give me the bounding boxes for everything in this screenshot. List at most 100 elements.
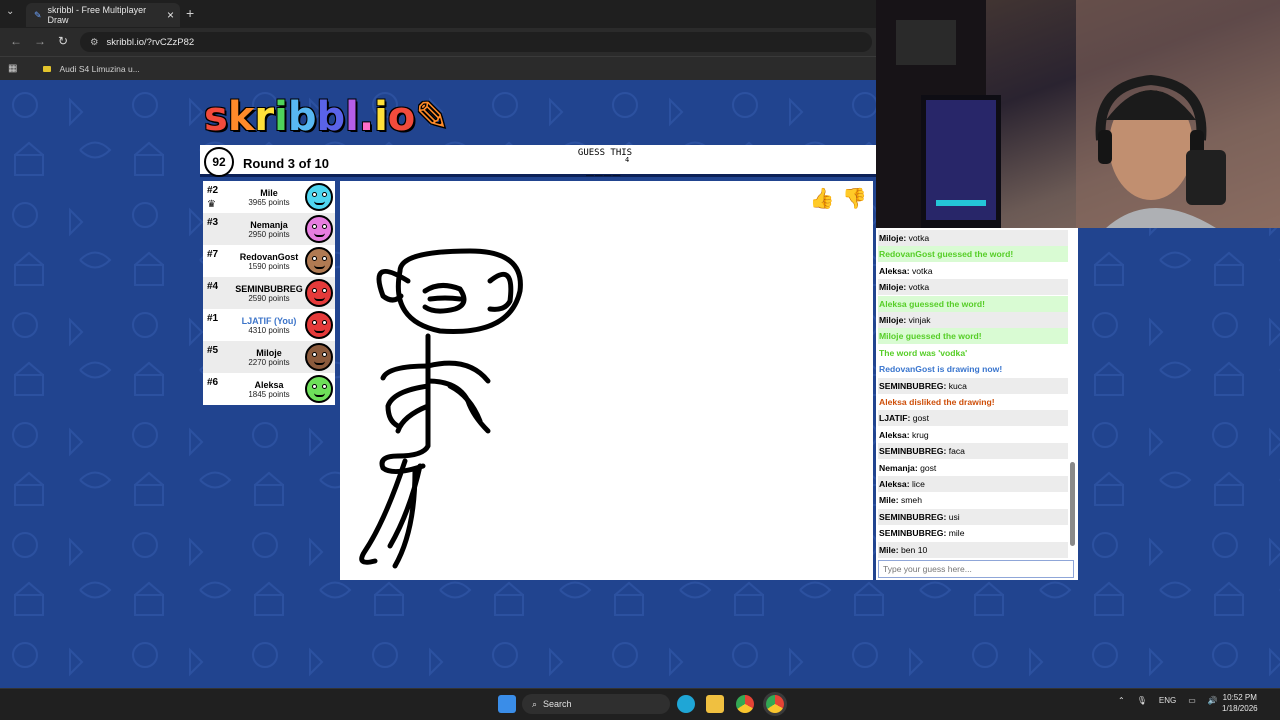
avatar-eye (322, 288, 327, 293)
reload-icon[interactable]: ↻ (58, 34, 68, 48)
player-rank: #4 (207, 281, 219, 292)
chat-message: Miloje guessed the word! (878, 328, 1068, 345)
player-info: Miloje 2270 points (223, 348, 315, 367)
player-name: SEMINBUBREG (235, 283, 303, 294)
player-points: 3965 points (248, 197, 290, 207)
chat-author: Miloje (879, 315, 904, 325)
network-icon[interactable]: ▭ (1188, 696, 1196, 705)
file-explorer-icon[interactable] (706, 695, 724, 713)
player-avatar-icon (305, 215, 333, 243)
chat-system-text: Aleksa guessed the word! (879, 298, 986, 309)
chat-message: Aleksa: votka (879, 265, 933, 276)
apps-grid-icon[interactable]: ▦ (8, 63, 17, 74)
player-points: 2270 points (248, 357, 290, 367)
player-row[interactable]: #7 RedovanGost 1590 points (203, 245, 335, 277)
chat-message: SEMINBUBREG: kuca (878, 377, 1068, 394)
chat-scrollbar[interactable] (1070, 462, 1075, 546)
avatar-mouth (314, 201, 325, 205)
thumbs-down-icon[interactable]: 👎 (840, 185, 868, 213)
new-tab-icon[interactable]: + (186, 5, 194, 21)
avatar-eye (322, 192, 327, 197)
player-info: Aleksa 1845 points (223, 380, 315, 399)
player-row[interactable]: #4 SEMINBUBREG 2590 points (203, 277, 335, 309)
chat-message: RedovanGost is drawing now! (878, 361, 1068, 377)
player-avatar-icon (305, 247, 333, 275)
chat-author: SEMINBUBREG (879, 528, 944, 539)
tray-overflow-icon[interactable]: ⌃ (1118, 696, 1125, 705)
chat-system-text: Aleksa disliked the drawing! (879, 397, 995, 407)
player-info: Nemanja 2950 points (223, 220, 315, 239)
chat-author: Nemanja (879, 462, 915, 473)
chat-author: LJATIF (879, 413, 908, 424)
player-rank: #2 (207, 185, 219, 196)
player-rank: #1 (207, 313, 219, 324)
taskbar-clock[interactable]: 10:52 PM 1/18/2026 (1222, 692, 1258, 714)
avatar-mouth (314, 393, 325, 397)
edge-browser-icon[interactable] (677, 695, 695, 713)
chat-message: Aleksa: lice (878, 476, 1068, 492)
player-points: 1845 points (248, 389, 290, 399)
player-row[interactable]: #5 Miloje 2270 points (203, 341, 335, 373)
avatar-eye (322, 256, 327, 261)
chat-text: krug (911, 429, 929, 440)
player-row[interactable]: #2 ♛ Mile 3965 points (203, 181, 335, 213)
webcam-overlay (876, 0, 1280, 228)
chat-text: kuca (948, 380, 967, 391)
player-row[interactable]: #6 Aleksa 1845 points (203, 373, 335, 405)
bookmark-item[interactable]: Audi S4 Limuzina u... (59, 64, 139, 74)
player-avatar-icon (305, 375, 333, 403)
player-avatar-icon (305, 279, 333, 307)
browser-tab[interactable]: ✎ skribbl - Free Multiplayer Draw × (26, 3, 180, 27)
chat-text: mile (948, 528, 965, 539)
chat-author: Miloje (879, 233, 904, 243)
site-info-icon[interactable]: ⚙ (90, 37, 99, 48)
avatar-mouth (314, 329, 325, 333)
avatar-mouth (314, 233, 325, 237)
microphone-icon[interactable]: 🎙 (1137, 696, 1147, 705)
player-rank: #6 (207, 377, 219, 388)
taskbar-search[interactable]: ⌕ Search (522, 694, 670, 714)
avatar-eye (312, 384, 317, 389)
timer-clock-icon: 92 (204, 147, 234, 177)
avatar-eye (322, 352, 327, 357)
clock-time: 10:52 PM (1222, 693, 1257, 702)
word-blanks: ____ (586, 162, 622, 177)
chat-text: gost (920, 462, 937, 473)
player-row[interactable]: #1 LJATIF (You) 4310 points (203, 309, 335, 341)
chrome-active-icon[interactable] (766, 695, 784, 713)
drawing-canvas[interactable] (340, 181, 873, 580)
chat-message: Nemanja: gost (879, 462, 937, 473)
bookmarks-bar: ▦ Audi S4 Limuzina u... (0, 56, 876, 80)
chat-message: Aleksa guessed the word! (878, 295, 1068, 312)
avatar-eye (312, 224, 317, 229)
chrome-icon[interactable] (736, 695, 754, 713)
chat-author: Aleksa (879, 265, 907, 276)
avatar-eye (312, 288, 317, 293)
player-avatar-icon (305, 311, 333, 339)
back-icon[interactable]: ← (10, 34, 22, 48)
skribbl-favicon-icon: ✎ (34, 9, 42, 20)
url-field[interactable]: ⚙ skribbl.io/?rvCZzP82 (80, 32, 872, 52)
close-tab-icon[interactable]: × (167, 8, 174, 22)
player-points: 4310 points (248, 325, 290, 335)
windows-start-icon[interactable] (498, 695, 516, 713)
forward-icon[interactable]: → (34, 34, 46, 48)
chat-guess-input[interactable] (878, 560, 1074, 578)
chat-system-text: RedovanGost guessed the word! (879, 249, 1014, 260)
player-row[interactable]: #3 Nemanja 2950 points (203, 213, 335, 245)
volume-icon[interactable]: 🔊 (1208, 696, 1218, 705)
player-rank: #5 (207, 345, 219, 356)
tab-list-chevron-icon[interactable]: ⌄ (6, 6, 14, 17)
clock-date: 1/18/2026 (1222, 704, 1258, 713)
chat-system-text: Miloje guessed the word! (879, 331, 982, 342)
thumbs-up-icon[interactable]: 👍 (808, 185, 836, 213)
chat-message: Aleksa disliked the drawing! (878, 394, 1068, 410)
player-name: Mile (260, 187, 278, 198)
avatar-eye (312, 192, 317, 197)
timer-value: 92 (212, 155, 226, 169)
chat-message: SEMINBUBREG: usi (878, 508, 1068, 525)
avatar-eye (312, 320, 317, 325)
language-indicator[interactable]: ENG (1159, 696, 1176, 705)
chat-text: usi (948, 511, 960, 522)
chat-message: SEMINBUBREG: mile (879, 528, 965, 539)
